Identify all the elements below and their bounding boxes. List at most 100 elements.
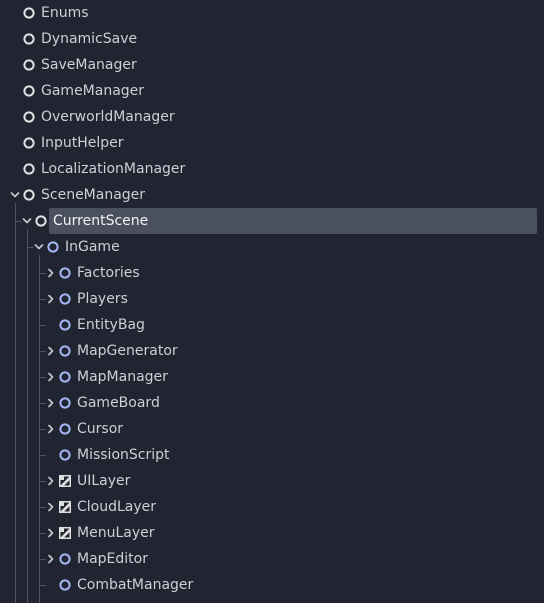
chevron-right-icon[interactable] xyxy=(45,371,57,383)
chevron-right-icon[interactable] xyxy=(45,553,57,565)
tree-guide-line xyxy=(39,403,46,404)
tree-item-menu-layer[interactable]: MenuLayer xyxy=(0,520,544,546)
tree-item-label: MenuLayer xyxy=(77,525,155,541)
node-icon xyxy=(23,163,35,175)
tree-guide-line xyxy=(39,481,40,507)
node2d-icon xyxy=(47,241,59,253)
tree-guide-line xyxy=(39,255,40,273)
node2d-icon xyxy=(59,449,71,461)
tree-item-map-manager[interactable]: MapManager xyxy=(0,364,544,390)
tree-item-label: SceneManager xyxy=(41,187,146,203)
tree-item-players[interactable]: Players xyxy=(0,286,544,312)
tree-guide-line xyxy=(27,229,28,247)
node-icon xyxy=(23,59,35,71)
tree-item-ui-layer[interactable]: UILayer xyxy=(0,468,544,494)
chevron-right-icon[interactable] xyxy=(45,293,57,305)
tree-item-game-board[interactable]: GameBoard xyxy=(0,390,544,416)
tree-item-current-scene[interactable]: CurrentScene xyxy=(0,208,544,234)
tree-item-dynamic-save[interactable]: DynamicSave xyxy=(0,26,544,52)
tree-guide-line xyxy=(39,585,40,603)
tree-item-game-manager[interactable]: GameManager xyxy=(0,78,544,104)
tree-item-label: MissionScript xyxy=(77,447,170,463)
tree-guide-line xyxy=(15,221,22,222)
tree-item-map-editor[interactable]: MapEditor xyxy=(0,546,544,572)
tree-item-input-helper[interactable]: InputHelper xyxy=(0,130,544,156)
tree-item-overworld-manager[interactable]: OverworldManager xyxy=(0,104,544,130)
tree-item-mission-script[interactable]: MissionScript xyxy=(0,442,544,468)
tree-item-factories[interactable]: Factories xyxy=(0,260,544,286)
tree-guide-line xyxy=(39,299,40,325)
tree-guide-line xyxy=(39,377,46,378)
canvas-layer-icon xyxy=(59,527,71,539)
tree-guide-line xyxy=(15,221,16,603)
tree-guide-line xyxy=(39,377,40,403)
tree-guide-line xyxy=(39,507,40,533)
tree-item-label: DynamicSave xyxy=(41,31,138,47)
tree-item-label: Players xyxy=(77,291,128,307)
tree-item-label: Cursor xyxy=(77,421,124,437)
node-icon xyxy=(23,85,35,97)
chevron-right-icon[interactable] xyxy=(45,501,57,513)
tree-item-label: MapGenerator xyxy=(77,343,178,359)
tree-item-combat-manager[interactable]: CombatManager xyxy=(0,572,544,598)
chevron-down-icon[interactable] xyxy=(33,241,45,253)
node-icon xyxy=(23,189,35,201)
node2d-icon xyxy=(59,267,71,279)
tree-item-in-game[interactable]: InGame xyxy=(0,234,544,260)
canvas-layer-icon xyxy=(59,475,71,487)
node2d-icon xyxy=(59,319,71,331)
tree-item-scene-manager[interactable]: SceneManager xyxy=(0,182,544,208)
tree-guide-line xyxy=(39,559,46,560)
chevron-right-icon[interactable] xyxy=(45,267,57,279)
tree-item-label: InputHelper xyxy=(41,135,124,151)
tree-item-label: LocalizationManager xyxy=(41,161,186,177)
chevron-right-icon[interactable] xyxy=(45,397,57,409)
tree-guide-line xyxy=(39,429,46,430)
chevron-right-icon[interactable] xyxy=(45,423,57,435)
tree-item-entity-bag[interactable]: EntityBag xyxy=(0,312,544,338)
tree-guide-line xyxy=(39,299,46,300)
node2d-icon xyxy=(59,397,71,409)
tree-guide-line xyxy=(39,351,46,352)
tree-guide-line xyxy=(39,559,40,585)
node-icon xyxy=(23,111,35,123)
tree-guide-line xyxy=(39,429,40,455)
chevron-right-icon[interactable] xyxy=(45,345,57,357)
tree-guide-line xyxy=(39,533,40,559)
tree-guide-line xyxy=(39,403,40,429)
chevron-down-icon[interactable] xyxy=(21,215,33,227)
node2d-icon xyxy=(59,579,71,591)
node2d-icon xyxy=(59,371,71,383)
tree-guide-line xyxy=(39,273,46,274)
node2d-icon xyxy=(59,553,71,565)
tree-item-label: Enums xyxy=(41,5,89,21)
chevron-right-icon[interactable] xyxy=(45,527,57,539)
tree-item-label: EntityBag xyxy=(77,317,145,333)
tree-item-save-manager[interactable]: SaveManager xyxy=(0,52,544,78)
node-icon xyxy=(23,33,35,45)
tree-item-localization-manager[interactable]: LocalizationManager xyxy=(0,156,544,182)
tree-item-cursor[interactable]: Cursor xyxy=(0,416,544,442)
tree-guide-line xyxy=(39,455,40,481)
node-icon xyxy=(23,137,35,149)
tree-item-label: CombatManager xyxy=(77,577,194,593)
tree-item-label: UILayer xyxy=(77,473,131,489)
tree-guide-line xyxy=(15,203,16,221)
tree-item-label: MapEditor xyxy=(77,551,148,567)
tree-guide-line xyxy=(39,481,46,482)
node2d-icon xyxy=(59,423,71,435)
tree-guide-line xyxy=(39,585,46,586)
tree-item-label: GameBoard xyxy=(77,395,160,411)
tree-guide-line xyxy=(27,247,28,603)
tree-item-cloud-layer[interactable]: CloudLayer xyxy=(0,494,544,520)
node-icon xyxy=(35,215,47,227)
node2d-icon xyxy=(59,345,71,357)
tree-item-map-generator[interactable]: MapGenerator xyxy=(0,338,544,364)
tree-item-label: MapManager xyxy=(77,369,168,385)
tree-guide-line xyxy=(27,247,34,248)
tree-item-enums[interactable]: Enums xyxy=(0,0,544,26)
tree-guide-line xyxy=(39,325,46,326)
chevron-right-icon[interactable] xyxy=(45,475,57,487)
tree-item-label: GameManager xyxy=(41,83,145,99)
chevron-down-icon[interactable] xyxy=(9,189,21,201)
